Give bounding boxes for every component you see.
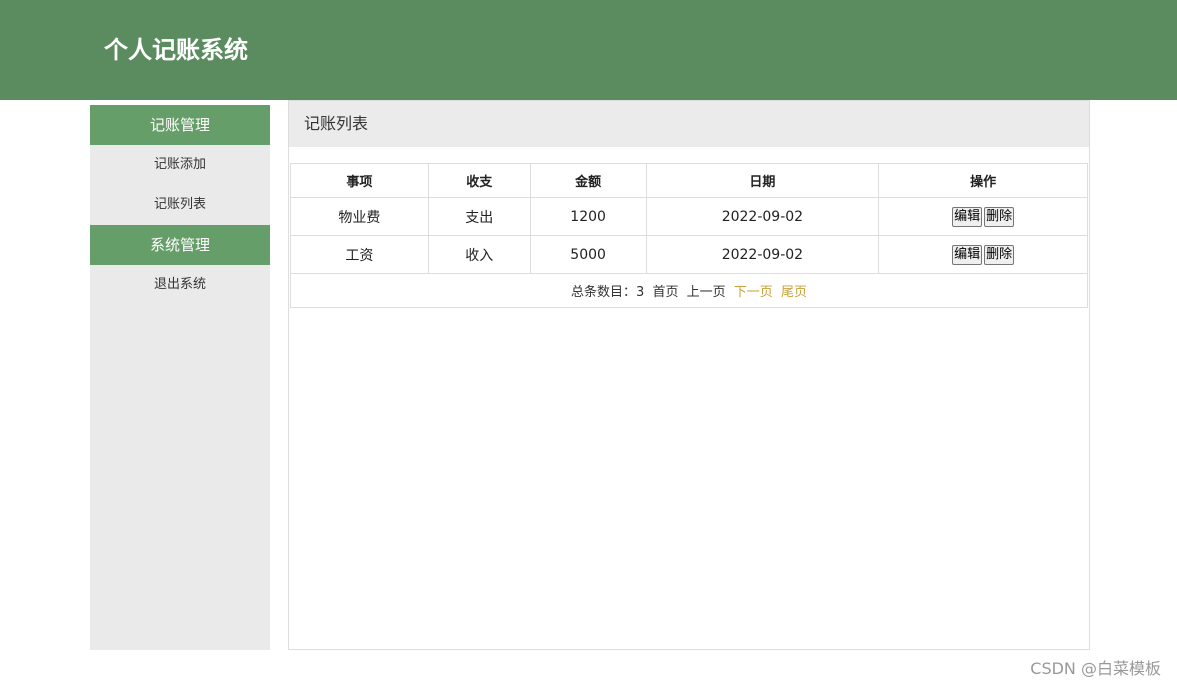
sidebar-item-record-list[interactable]: 记账列表 bbox=[90, 185, 270, 225]
cell-amount: 1200 bbox=[529, 197, 647, 236]
sidebar-item-logout[interactable]: 退出系统 bbox=[90, 265, 270, 305]
table-row: 工资 收入 5000 2022-09-02 编辑 删除 bbox=[290, 235, 1088, 274]
pager-next-link[interactable]: 下一页 bbox=[734, 285, 773, 300]
cell-actions: 编辑 删除 bbox=[878, 197, 1088, 236]
cell-type: 支出 bbox=[427, 197, 531, 236]
pager-last-link[interactable]: 尾页 bbox=[781, 285, 807, 300]
column-header-actions: 操作 bbox=[878, 163, 1088, 198]
watermark: CSDN @白菜模板 bbox=[1030, 659, 1161, 678]
table-header-row: 事项 收支 金额 日期 操作 bbox=[290, 163, 1088, 198]
table-row: 物业费 支出 1200 2022-09-02 编辑 删除 bbox=[290, 197, 1088, 236]
sidebar-item-add-record[interactable]: 记账添加 bbox=[90, 145, 270, 185]
sidebar: 记账管理 记账添加 记账列表 系统管理 退出系统 bbox=[90, 105, 270, 650]
main-panel: 记账列表 事项 收支 金额 日期 操作 物业费 支出 1200 2022-09-… bbox=[288, 100, 1090, 650]
cell-item: 工资 bbox=[290, 235, 429, 274]
column-header-date: 日期 bbox=[645, 163, 880, 198]
pager-first-link[interactable]: 首页 bbox=[652, 285, 678, 300]
cell-date: 2022-09-02 bbox=[645, 197, 880, 236]
pager: 总条数目：3 首页 上一页 下一页 尾页 bbox=[290, 273, 1088, 308]
app-header: 个人记账系统 bbox=[0, 0, 1177, 100]
pager-prev-link[interactable]: 上一页 bbox=[687, 285, 726, 300]
cell-amount: 5000 bbox=[529, 235, 647, 274]
pager-row: 总条数目：3 首页 上一页 下一页 尾页 bbox=[290, 273, 1088, 308]
records-table: 事项 收支 金额 日期 操作 物业费 支出 1200 2022-09-02 编辑… bbox=[290, 163, 1088, 308]
sidebar-group-system[interactable]: 系统管理 bbox=[90, 225, 270, 265]
column-header-item: 事项 bbox=[290, 163, 429, 198]
column-header-amount: 金额 bbox=[529, 163, 647, 198]
cell-type: 收入 bbox=[427, 235, 531, 274]
column-header-type: 收支 bbox=[427, 163, 531, 198]
delete-button[interactable]: 删除 bbox=[984, 206, 1015, 227]
page-title: 记账列表 bbox=[289, 101, 1089, 147]
pager-total: 总条数目：3 bbox=[571, 285, 645, 300]
edit-button[interactable]: 编辑 bbox=[952, 244, 983, 265]
app-title: 个人记账系统 bbox=[104, 36, 248, 64]
delete-button[interactable]: 删除 bbox=[984, 244, 1015, 265]
cell-date: 2022-09-02 bbox=[645, 235, 880, 274]
sidebar-group-accounting[interactable]: 记账管理 bbox=[90, 105, 270, 145]
cell-item: 物业费 bbox=[290, 197, 429, 236]
cell-actions: 编辑 删除 bbox=[878, 235, 1088, 274]
edit-button[interactable]: 编辑 bbox=[952, 206, 983, 227]
